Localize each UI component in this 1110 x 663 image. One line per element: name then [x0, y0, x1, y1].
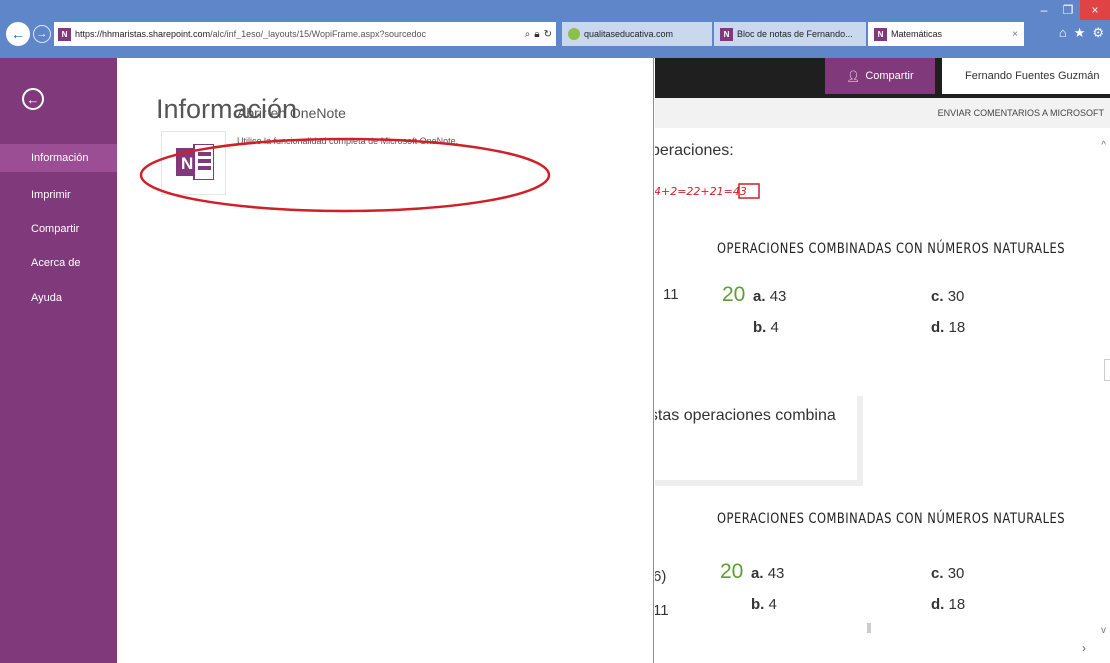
answer-a: a. 43 [751, 565, 785, 582]
lock-icon[interactable]: 🔒︎ [534, 29, 539, 40]
svg-text:N: N [181, 154, 193, 173]
section-heading: OPERACIONES COMBINADAS CON NÚMEROS NATUR… [717, 511, 1065, 527]
sidebar-item-ayuda[interactable]: Ayuda [0, 284, 117, 312]
side-handle[interactable] [1104, 359, 1110, 381]
home-icon[interactable]: ⌂ [1059, 25, 1067, 41]
next-page-chevron-icon[interactable]: › [1082, 641, 1086, 655]
url-path: /alc/inf_1eso/_layouts/15/WopiFrame.aspx… [210, 29, 427, 39]
left-number: 11 [655, 602, 669, 619]
answer-b: b. 4 [751, 596, 777, 613]
sidebar-item-informacion[interactable]: Información [0, 144, 117, 172]
share-label: Compartir [865, 70, 914, 82]
open-in-onenote-title[interactable]: Abrir en OneNote [237, 105, 346, 121]
browser-chrome: – ❐ × ← → N https://hhmaristas.sharepoin… [0, 0, 1110, 58]
user-name[interactable]: Fernando Fuentes Guzmán [942, 58, 1110, 94]
tab-label: Bloc de notas de Fernando... [737, 29, 853, 39]
address-icons: ⌕ 🔒︎ ↻ [525, 29, 552, 40]
scroll-thumb[interactable] [867, 623, 871, 633]
answer-d: d. 18 [931, 596, 966, 613]
browser-toolbar: ⌂ ★ ⚙ [1059, 25, 1104, 41]
score-value: 20 [722, 283, 746, 306]
left-number: 6) [655, 568, 667, 585]
open-in-onenote-tile[interactable]: N [161, 131, 226, 195]
sidebar-item-acerca-de[interactable]: Acerca de [0, 249, 117, 277]
tab-bloc-de-notas[interactable]: N Bloc de notas de Fernando... [714, 22, 866, 46]
operations-label: peraciones: [655, 142, 734, 159]
close-window-button[interactable]: × [1080, 0, 1110, 20]
settings-gear-icon[interactable]: ⚙ [1092, 25, 1104, 41]
answer-b: b. 4 [753, 319, 779, 336]
url-text: https://hhmaristas.sharepoint.com/alc/in… [75, 29, 521, 39]
minimize-button[interactable]: – [1032, 0, 1056, 20]
tab-label: qualitaseducativa.com [584, 29, 674, 39]
onenote-logo-icon: N [176, 144, 214, 180]
sidebar-item-compartir[interactable]: Compartir [0, 215, 117, 243]
search-icon[interactable]: ⌕ [525, 29, 531, 40]
sidebar-item-imprimir[interactable]: Imprimir [0, 181, 117, 209]
answer-a: a. 43 [753, 288, 787, 305]
browser-back-button[interactable]: ← [6, 22, 30, 46]
url-prefix: https:// [75, 29, 103, 39]
tab-qualitaseducativa[interactable]: qualitaseducativa.com [562, 22, 712, 46]
handwritten-math: 14+2=22+21=43 [655, 183, 760, 199]
tab-label: Matemáticas [891, 29, 943, 39]
navigation-row: ← → N https://hhmaristas.sharepoint.com/… [0, 22, 1110, 48]
onenote-favicon-icon: N [874, 27, 887, 41]
address-bar[interactable]: N https://hhmaristas.sharepoint.com/alc/… [54, 22, 556, 46]
scroll-down-icon[interactable]: v [1101, 625, 1106, 636]
info-panel: Información N [117, 58, 654, 663]
backstage-sidebar: ← Información Imprimir Compartir Acerca … [0, 58, 117, 663]
person-add-icon: 👤︎ [846, 70, 861, 83]
url-domain: hhmaristas.sharepoint.com [102, 29, 211, 39]
answer-c: c. 30 [931, 288, 965, 305]
maximize-button[interactable]: ❐ [1056, 0, 1080, 20]
onenote-favicon-icon: N [58, 27, 71, 41]
onenote-top-bar: 👤︎ Compartir Fernando Fuentes Guzmán [655, 58, 1110, 98]
scroll-up-icon[interactable]: ^ [1101, 140, 1106, 151]
onenote-favicon-icon: N [720, 27, 733, 41]
tab-close-icon[interactable]: × [1012, 29, 1018, 40]
refresh-icon[interactable]: ↻ [544, 29, 552, 40]
exercise-prompt: estas operaciones combina [655, 407, 836, 424]
answer-d: d. 18 [931, 319, 966, 336]
section-heading: OPERACIONES COMBINADAS CON NÚMEROS NATUR… [717, 241, 1065, 257]
left-number: 11 [663, 286, 679, 303]
onenote-page-canvas: ^ peraciones: 14+2=22+21=43 OPERACIONES … [655, 128, 1110, 663]
share-button[interactable]: 👤︎ Compartir [825, 58, 935, 94]
open-in-onenote-description: Utilice la funcionalidad completa de Mic… [237, 136, 459, 146]
favorites-star-icon[interactable]: ★ [1074, 25, 1086, 41]
window-controls: – ❐ × [1032, 0, 1110, 20]
back-arrow-circle-icon[interactable]: ← [22, 88, 44, 110]
score-value: 20 [720, 560, 744, 583]
handwritten-text: 14+2=22+21=43 [655, 185, 747, 198]
browser-forward-button[interactable]: → [33, 25, 51, 43]
tab-matematicas[interactable]: N Matemáticas × [868, 22, 1024, 46]
feedback-link[interactable]: ENVIAR COMENTARIOS A MICROSOFT [655, 98, 1110, 128]
answer-c: c. 30 [931, 565, 965, 582]
globe-icon [568, 28, 580, 40]
